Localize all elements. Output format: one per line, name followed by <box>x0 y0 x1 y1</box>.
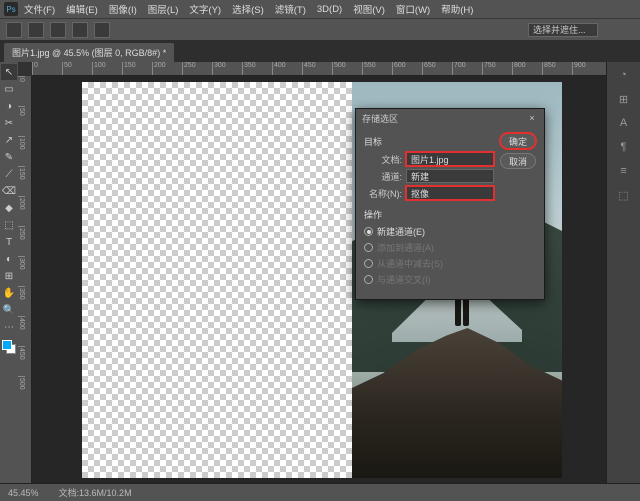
ok-button[interactable]: 确定 <box>500 133 536 149</box>
lasso-tool[interactable]: ◑ <box>1 98 17 114</box>
path-tool[interactable]: ◐ <box>1 251 17 267</box>
menu-select[interactable]: 选择(S) <box>227 2 269 16</box>
op-subtract: 从通道中减去(S) <box>364 257 494 270</box>
document-tab[interactable]: 图片1.jpg @ 45.5% (图层 0, RGB/8#) * <box>4 43 174 62</box>
menu-file[interactable]: 文件(F) <box>19 2 60 16</box>
document-label: 文档: <box>364 153 402 166</box>
marquee-tool[interactable]: ▭ <box>1 81 17 97</box>
close-icon[interactable]: × <box>526 112 538 124</box>
op-new-channel[interactable]: 新建通道(E) <box>364 225 494 238</box>
channel-label: 通道: <box>364 170 402 183</box>
color-swatch[interactable] <box>2 340 16 354</box>
document-tabs: 图片1.jpg @ 45.5% (图层 0, RGB/8#) * <box>0 40 640 62</box>
op-add: 添加到通道(A) <box>364 241 494 254</box>
ruler-horizontal: 0501001502002503003504004505005506006507… <box>32 62 606 76</box>
channel-select[interactable]: 新建 <box>406 169 494 183</box>
zoom-level[interactable]: 45.45% <box>8 488 39 498</box>
layers-icon[interactable]: ≡ <box>615 162 633 180</box>
select-and-mask-button[interactable]: 选择并遮住... <box>528 23 598 37</box>
menu-view[interactable]: 视图(V) <box>348 2 390 16</box>
status-bar: 45.45% 文档:13.6M/10.2M <box>0 483 640 501</box>
shape-tool[interactable]: ⊞ <box>1 268 17 284</box>
cancel-button[interactable]: 取消 <box>500 153 536 169</box>
radio-icon <box>364 275 373 284</box>
op-intersect: 与通道交叉(I) <box>364 273 494 286</box>
character-icon[interactable]: A <box>615 114 633 132</box>
radio-icon <box>364 259 373 268</box>
section-target: 目标 <box>364 135 494 148</box>
selection-mode-new-icon[interactable] <box>28 22 44 38</box>
zoom-tool[interactable]: 🔍 <box>1 302 17 318</box>
section-operation: 操作 <box>364 208 494 221</box>
app-logo: Ps <box>4 2 18 16</box>
more-tools[interactable]: ⋯ <box>1 319 17 335</box>
channels-icon[interactable]: ⬚ <box>615 186 633 204</box>
hand-tool[interactable]: ✋ <box>1 285 17 301</box>
menu-edit[interactable]: 编辑(E) <box>61 2 103 16</box>
eraser-tool[interactable]: ⌫ <box>1 183 17 199</box>
selection-mode-int-icon[interactable] <box>94 22 110 38</box>
menu-type[interactable]: 文字(Y) <box>184 2 226 16</box>
brush-tool[interactable]: ✎ <box>1 149 17 165</box>
crop-tool[interactable]: ✂ <box>1 115 17 131</box>
menu-help[interactable]: 帮助(H) <box>436 2 478 16</box>
pen-tool[interactable]: ⬚ <box>1 217 17 233</box>
selection-mode-add-icon[interactable] <box>50 22 66 38</box>
move-tool[interactable]: ↖ <box>1 64 17 80</box>
radio-icon <box>364 243 373 252</box>
menu-image[interactable]: 图像(I) <box>104 2 142 16</box>
paragraph-icon[interactable]: ¶ <box>615 138 633 156</box>
save-selection-dialog: 存储选区 × 目标 文档: 图片1.jpg 通道: 新建 名称(N): 抠像 操… <box>355 108 545 300</box>
menu-3d[interactable]: 3D(D) <box>312 4 347 15</box>
menu-bar: Ps 文件(F) 编辑(E) 图像(I) 图层(L) 文字(Y) 选择(S) 滤… <box>0 0 640 18</box>
menu-layer[interactable]: 图层(L) <box>143 2 184 16</box>
document-select[interactable]: 图片1.jpg <box>406 152 494 166</box>
panel-dock: ◔ ⊞ A ¶ ≡ ⬚ <box>606 62 640 483</box>
menu-filter[interactable]: 滤镜(T) <box>270 2 311 16</box>
radio-icon <box>364 227 373 236</box>
name-label: 名称(N): <box>364 187 402 200</box>
tool-preset-icon[interactable] <box>6 22 22 38</box>
ruler-vertical: 050100150200250300350400450500 <box>18 76 32 483</box>
dialog-title: 存储选区 <box>362 112 398 125</box>
type-tool[interactable]: T <box>1 234 17 250</box>
selection-mode-sub-icon[interactable] <box>72 22 88 38</box>
clone-tool[interactable]: ⟋ <box>1 166 17 182</box>
toolbox: ↖ ▭ ◑ ✂ ↗ ✎ ⟋ ⌫ ◆ ⬚ T ◐ ⊞ ✋ 🔍 ⋯ <box>0 62 18 483</box>
eyedropper-tool[interactable]: ↗ <box>1 132 17 148</box>
gradient-tool[interactable]: ◆ <box>1 200 17 216</box>
options-bar: 选择并遮住... <box>0 18 640 40</box>
name-input[interactable]: 抠像 <box>406 186 494 200</box>
swatches-icon[interactable]: ⊞ <box>615 90 633 108</box>
transparent-area <box>82 82 352 478</box>
doc-info: 文档:13.6M/10.2M <box>59 486 132 499</box>
menu-window[interactable]: 窗口(W) <box>391 2 435 16</box>
history-icon[interactable]: ◔ <box>615 66 633 84</box>
